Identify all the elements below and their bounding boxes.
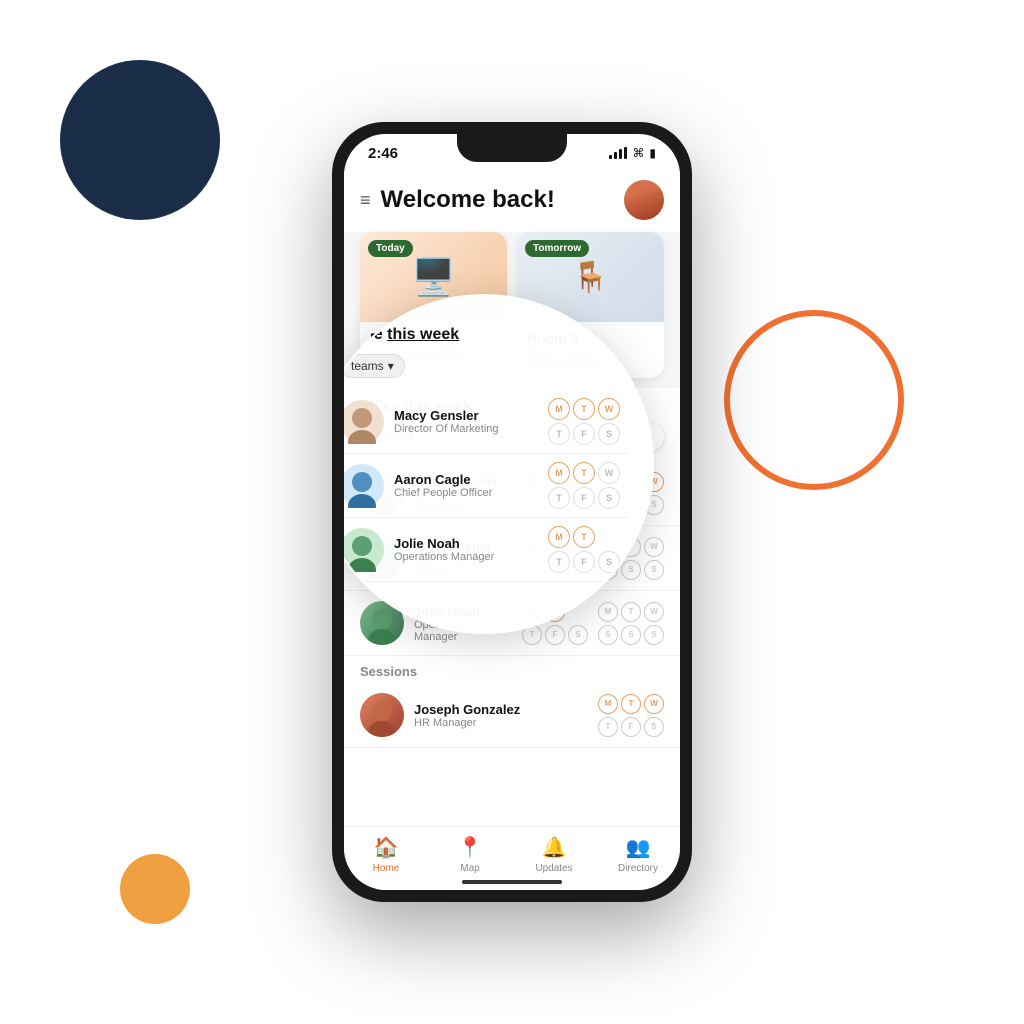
- mag-dots-aaron: M T W T F S: [548, 462, 620, 509]
- map-icon: 📍: [458, 835, 483, 860]
- menu-icon[interactable]: ≡: [360, 190, 371, 211]
- mag-title-underlined: this week: [387, 326, 459, 343]
- mag-person-jolie[interactable]: Jolie Noah Operations Manager M T T F S: [344, 518, 628, 582]
- home-label: Home: [373, 863, 400, 874]
- updates-label: Updates: [535, 863, 572, 874]
- decorative-orange-circle-outline: [724, 310, 904, 490]
- mag-filter-chevron: ▾: [388, 359, 394, 373]
- phone-frame: 2:46 ⌘ ▮ ≡ Welcome back!: [332, 122, 692, 902]
- mag-dot-Th2: T: [548, 487, 570, 509]
- mag-role-jolie: Operations Manager: [394, 551, 538, 563]
- today-badge: Today: [368, 240, 413, 257]
- dot-Tjg: T: [621, 694, 641, 714]
- mag-info-jolie: Jolie Noah Operations Manager: [394, 536, 538, 563]
- avatar[interactable]: [624, 180, 664, 220]
- mag-person-macy[interactable]: Macy Gensler Director Of Marketing M T W…: [344, 390, 628, 454]
- nav-map[interactable]: 📍 Map: [440, 835, 500, 874]
- app-header: ≡ Welcome back!: [344, 172, 680, 232]
- mag-dot-W1: W: [598, 398, 620, 420]
- person-role-joseph: HR Manager: [414, 717, 588, 729]
- mag-dot-S1: S: [598, 423, 620, 445]
- mag-dots-top-macy: M T W: [548, 398, 620, 420]
- mag-dot-F3: F: [573, 551, 595, 573]
- status-time: 2:46: [368, 145, 398, 162]
- mag-dot-T3: T: [573, 526, 595, 548]
- dots-top-joseph: M T W: [598, 694, 664, 714]
- dot-Sjg: S: [644, 717, 664, 737]
- mag-role-macy: Director Of Marketing: [394, 423, 538, 435]
- dot-Wjg: W: [644, 694, 664, 714]
- mag-dot-T2: T: [573, 462, 595, 484]
- mag-dot-Th1: T: [548, 423, 570, 445]
- home-icon: 🏠: [374, 835, 399, 860]
- mag-avatar-aaron: [344, 464, 384, 508]
- mag-info-macy: Macy Gensler Director Of Marketing: [394, 408, 538, 435]
- dots-bot-joseph: T F S: [598, 717, 664, 737]
- mag-office-title: office this week: [344, 326, 628, 344]
- mag-dot-F2: F: [573, 487, 595, 509]
- directory-label: Directory: [618, 863, 658, 874]
- dot-Fjg: F: [621, 717, 641, 737]
- nav-home[interactable]: 🏠 Home: [356, 835, 416, 874]
- mag-person-aaron[interactable]: Aaron Cagle Chief People Officer M T W T…: [344, 454, 628, 518]
- mag-dots-bot-aaron: T F S: [548, 487, 620, 509]
- mag-teams-filter[interactable]: teams ▾: [344, 354, 405, 378]
- mag-dots-top-aaron: M T W: [548, 462, 620, 484]
- nav-directory[interactable]: 👥 Directory: [608, 835, 668, 874]
- person-avatar-joseph: [360, 693, 404, 737]
- mag-avatar-macy: [344, 400, 384, 444]
- decorative-orange-circle-fill: [120, 854, 190, 924]
- wifi-icon: ⌘: [632, 146, 644, 160]
- mag-name-aaron: Aaron Cagle: [394, 472, 538, 487]
- magnify-content: office this week teams ▾ Macy Gensler Di…: [344, 296, 652, 632]
- user-avatar-image: [624, 180, 664, 220]
- mag-dot-T1: T: [573, 398, 595, 420]
- mag-dots-top-jolie: M T: [548, 526, 620, 548]
- tomorrow-badge: Tomorrow: [525, 240, 589, 257]
- mag-dots-bot-jolie: T F S: [548, 551, 620, 573]
- mag-dot-W2: W: [598, 462, 620, 484]
- mag-role-aaron: Chief People Officer: [394, 487, 538, 499]
- mag-title-plain: office: [344, 326, 387, 343]
- battery-icon: ▮: [649, 146, 656, 160]
- mag-name-jolie: Jolie Noah: [394, 536, 538, 551]
- mag-dot-M1: M: [548, 398, 570, 420]
- mag-avatar-jolie: [344, 528, 384, 572]
- mag-info-aaron: Aaron Cagle Chief People Officer: [394, 472, 538, 499]
- mag-dot-Th3: T: [548, 551, 570, 573]
- signal-icon: [609, 147, 627, 159]
- map-label: Map: [460, 863, 479, 874]
- mag-dot-S2: S: [598, 487, 620, 509]
- mag-dots-jolie: M T T F S: [548, 526, 620, 573]
- mag-dot-S3: S: [598, 551, 620, 573]
- mag-dot-F1: F: [573, 423, 595, 445]
- phone-screen: 2:46 ⌘ ▮ ≡ Welcome back!: [344, 134, 680, 890]
- mag-name-macy: Macy Gensler: [394, 408, 538, 423]
- phone-notch: [457, 134, 567, 162]
- page-title: Welcome back!: [381, 186, 555, 214]
- status-icons: ⌘ ▮: [609, 146, 656, 160]
- person-name-joseph: Joseph Gonzalez: [414, 702, 588, 717]
- decorative-dark-circle: [60, 60, 220, 220]
- mag-dot-M2: M: [548, 462, 570, 484]
- dot-Mjg: M: [598, 694, 618, 714]
- mag-dots-bot-macy: T F S: [548, 423, 620, 445]
- updates-icon: 🔔: [542, 835, 567, 860]
- sessions-label: Sessions: [344, 656, 680, 683]
- dot-Thjg: T: [598, 717, 618, 737]
- mag-dots-macy: M T W T F S: [548, 398, 620, 445]
- nav-updates[interactable]: 🔔 Updates: [524, 835, 584, 874]
- mag-dot-M3: M: [548, 526, 570, 548]
- header-left: ≡ Welcome back!: [360, 186, 555, 214]
- person-info-joseph: Joseph Gonzalez HR Manager: [414, 702, 588, 729]
- person-row-joseph[interactable]: Joseph Gonzalez HR Manager M T W T F S: [344, 683, 680, 748]
- directory-icon: 👥: [626, 835, 651, 860]
- mag-filter-label: teams: [351, 359, 384, 373]
- week-dots-joseph: M T W T F S: [598, 694, 664, 737]
- home-indicator: [462, 880, 562, 884]
- magnify-overlay: office this week teams ▾ Macy Gensler Di…: [344, 294, 654, 634]
